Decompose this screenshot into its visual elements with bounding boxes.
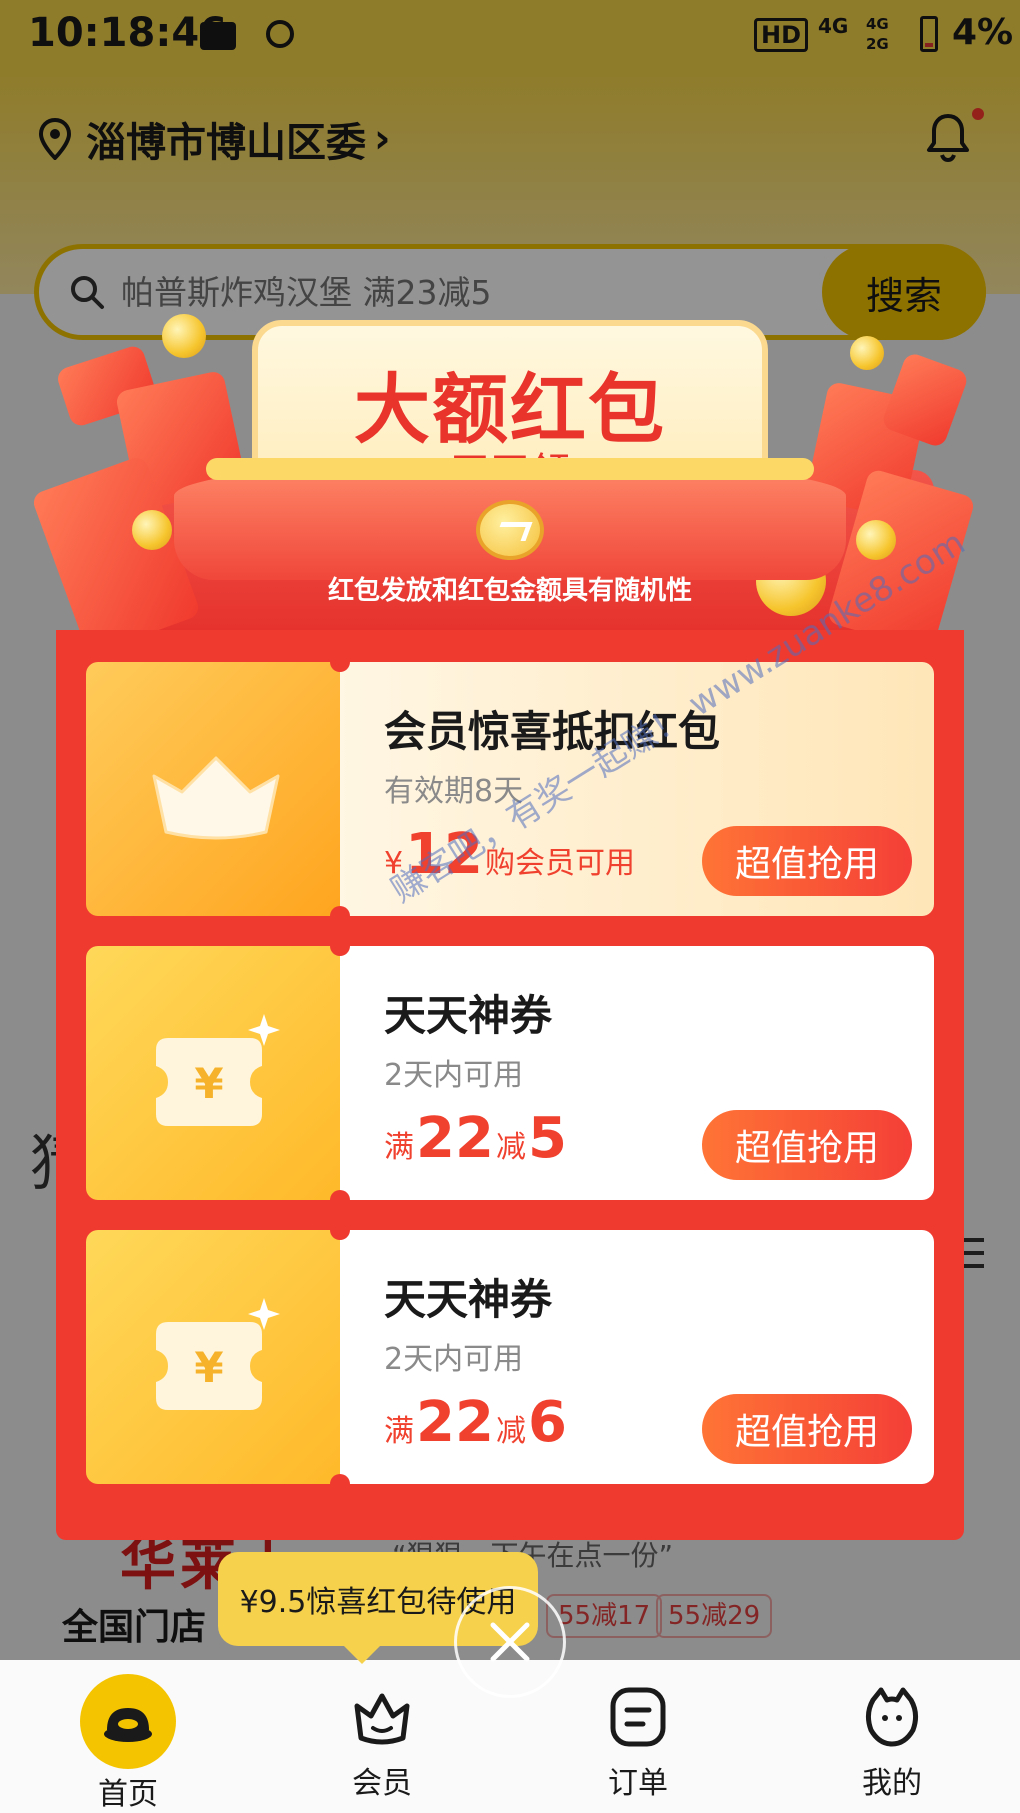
coupon-value-prefix: 满 <box>384 1130 414 1165</box>
coupon-notch <box>330 906 350 926</box>
close-icon <box>490 1622 530 1662</box>
home-icon <box>80 1674 176 1769</box>
member-crown-icon <box>354 1693 410 1745</box>
coupon-amount: 22 <box>416 1106 494 1171</box>
tab-label: 会员 <box>352 1766 412 1801</box>
gold-coin-icon <box>132 510 172 550</box>
coupon-title: 天天神券 <box>384 991 553 1040</box>
crown-icon <box>152 756 280 840</box>
tab-label: 订单 <box>608 1766 668 1801</box>
coupon-card[interactable]: ¥ 天天神券 2天内可用 满 22 减 5 超值抢用 <box>86 946 934 1200</box>
coupon-notch <box>330 1190 350 1210</box>
coupon-title: 天天神券 <box>384 1275 553 1324</box>
yen-ticket-icon: ¥ <box>156 1014 280 1126</box>
tab-home[interactable]: 首页 <box>38 1660 218 1813</box>
coupon-notch <box>330 1220 350 1240</box>
coupon-notch <box>330 936 350 956</box>
envelope-band <box>206 458 814 480</box>
red-packet-popup: 大额红包 天天领 红包发放和红包金额具有随机性 会员惊喜抵扣红包 有效期8天 ¥… <box>30 314 976 1540</box>
gold-coin-icon <box>850 336 884 370</box>
coupon-discount: 5 <box>527 1106 567 1171</box>
envelope-seal-icon <box>476 500 544 560</box>
coupon-notch <box>330 1474 350 1494</box>
grab-coupon-button[interactable]: 超值抢用 <box>702 1110 912 1180</box>
coupon-icon-area: ¥ <box>86 1230 340 1484</box>
tab-profile[interactable]: 我的 <box>802 1660 982 1813</box>
close-popup-button[interactable] <box>454 1586 566 1698</box>
coupon-amount: 22 <box>416 1390 494 1455</box>
gold-coin-icon <box>162 314 206 358</box>
coupon-discount: 6 <box>527 1390 567 1455</box>
coupon-value: 满 22 减 5 <box>384 1106 569 1171</box>
svg-text:¥: ¥ <box>194 1343 223 1392</box>
coupon-info: 天天神券 2天内可用 满 22 减 5 超值抢用 <box>340 946 934 1200</box>
coupon-value-suffix: 减 <box>495 1130 526 1165</box>
coupon-value: 满 22 减 6 <box>384 1390 569 1455</box>
svg-text:¥: ¥ <box>194 1059 223 1108</box>
yen-ticket-icon: ¥ <box>156 1298 280 1410</box>
coupon-validity: 2天内可用 <box>384 1058 524 1093</box>
order-icon <box>610 1687 666 1747</box>
coupon-info: 天天神券 2天内可用 满 22 减 6 超值抢用 <box>340 1230 934 1484</box>
tab-member[interactable]: 会员 <box>292 1660 472 1813</box>
coupon-icon-area: ¥ <box>86 946 340 1200</box>
profile-icon <box>865 1687 919 1747</box>
coupon-notch <box>330 652 350 672</box>
tab-label: 我的 <box>862 1766 922 1801</box>
coupon-list: 会员惊喜抵扣红包 有效期8天 ¥ 12 购会员可用 超值抢用 ¥ 天天神券 2天… <box>56 630 964 1540</box>
grab-coupon-button[interactable]: 超值抢用 <box>702 826 912 896</box>
tab-orders[interactable]: 订单 <box>548 1660 728 1813</box>
grab-coupon-button[interactable]: 超值抢用 <box>702 1394 912 1464</box>
coupon-validity: 2天内可用 <box>384 1342 524 1377</box>
coupon-value-prefix: 满 <box>384 1414 414 1449</box>
tab-label: 首页 <box>98 1777 158 1812</box>
coupon-icon-area <box>86 662 340 916</box>
coupon-value-suffix: 减 <box>495 1414 526 1449</box>
coupon-card[interactable]: ¥ 天天神券 2天内可用 满 22 减 6 超值抢用 <box>86 1230 934 1484</box>
